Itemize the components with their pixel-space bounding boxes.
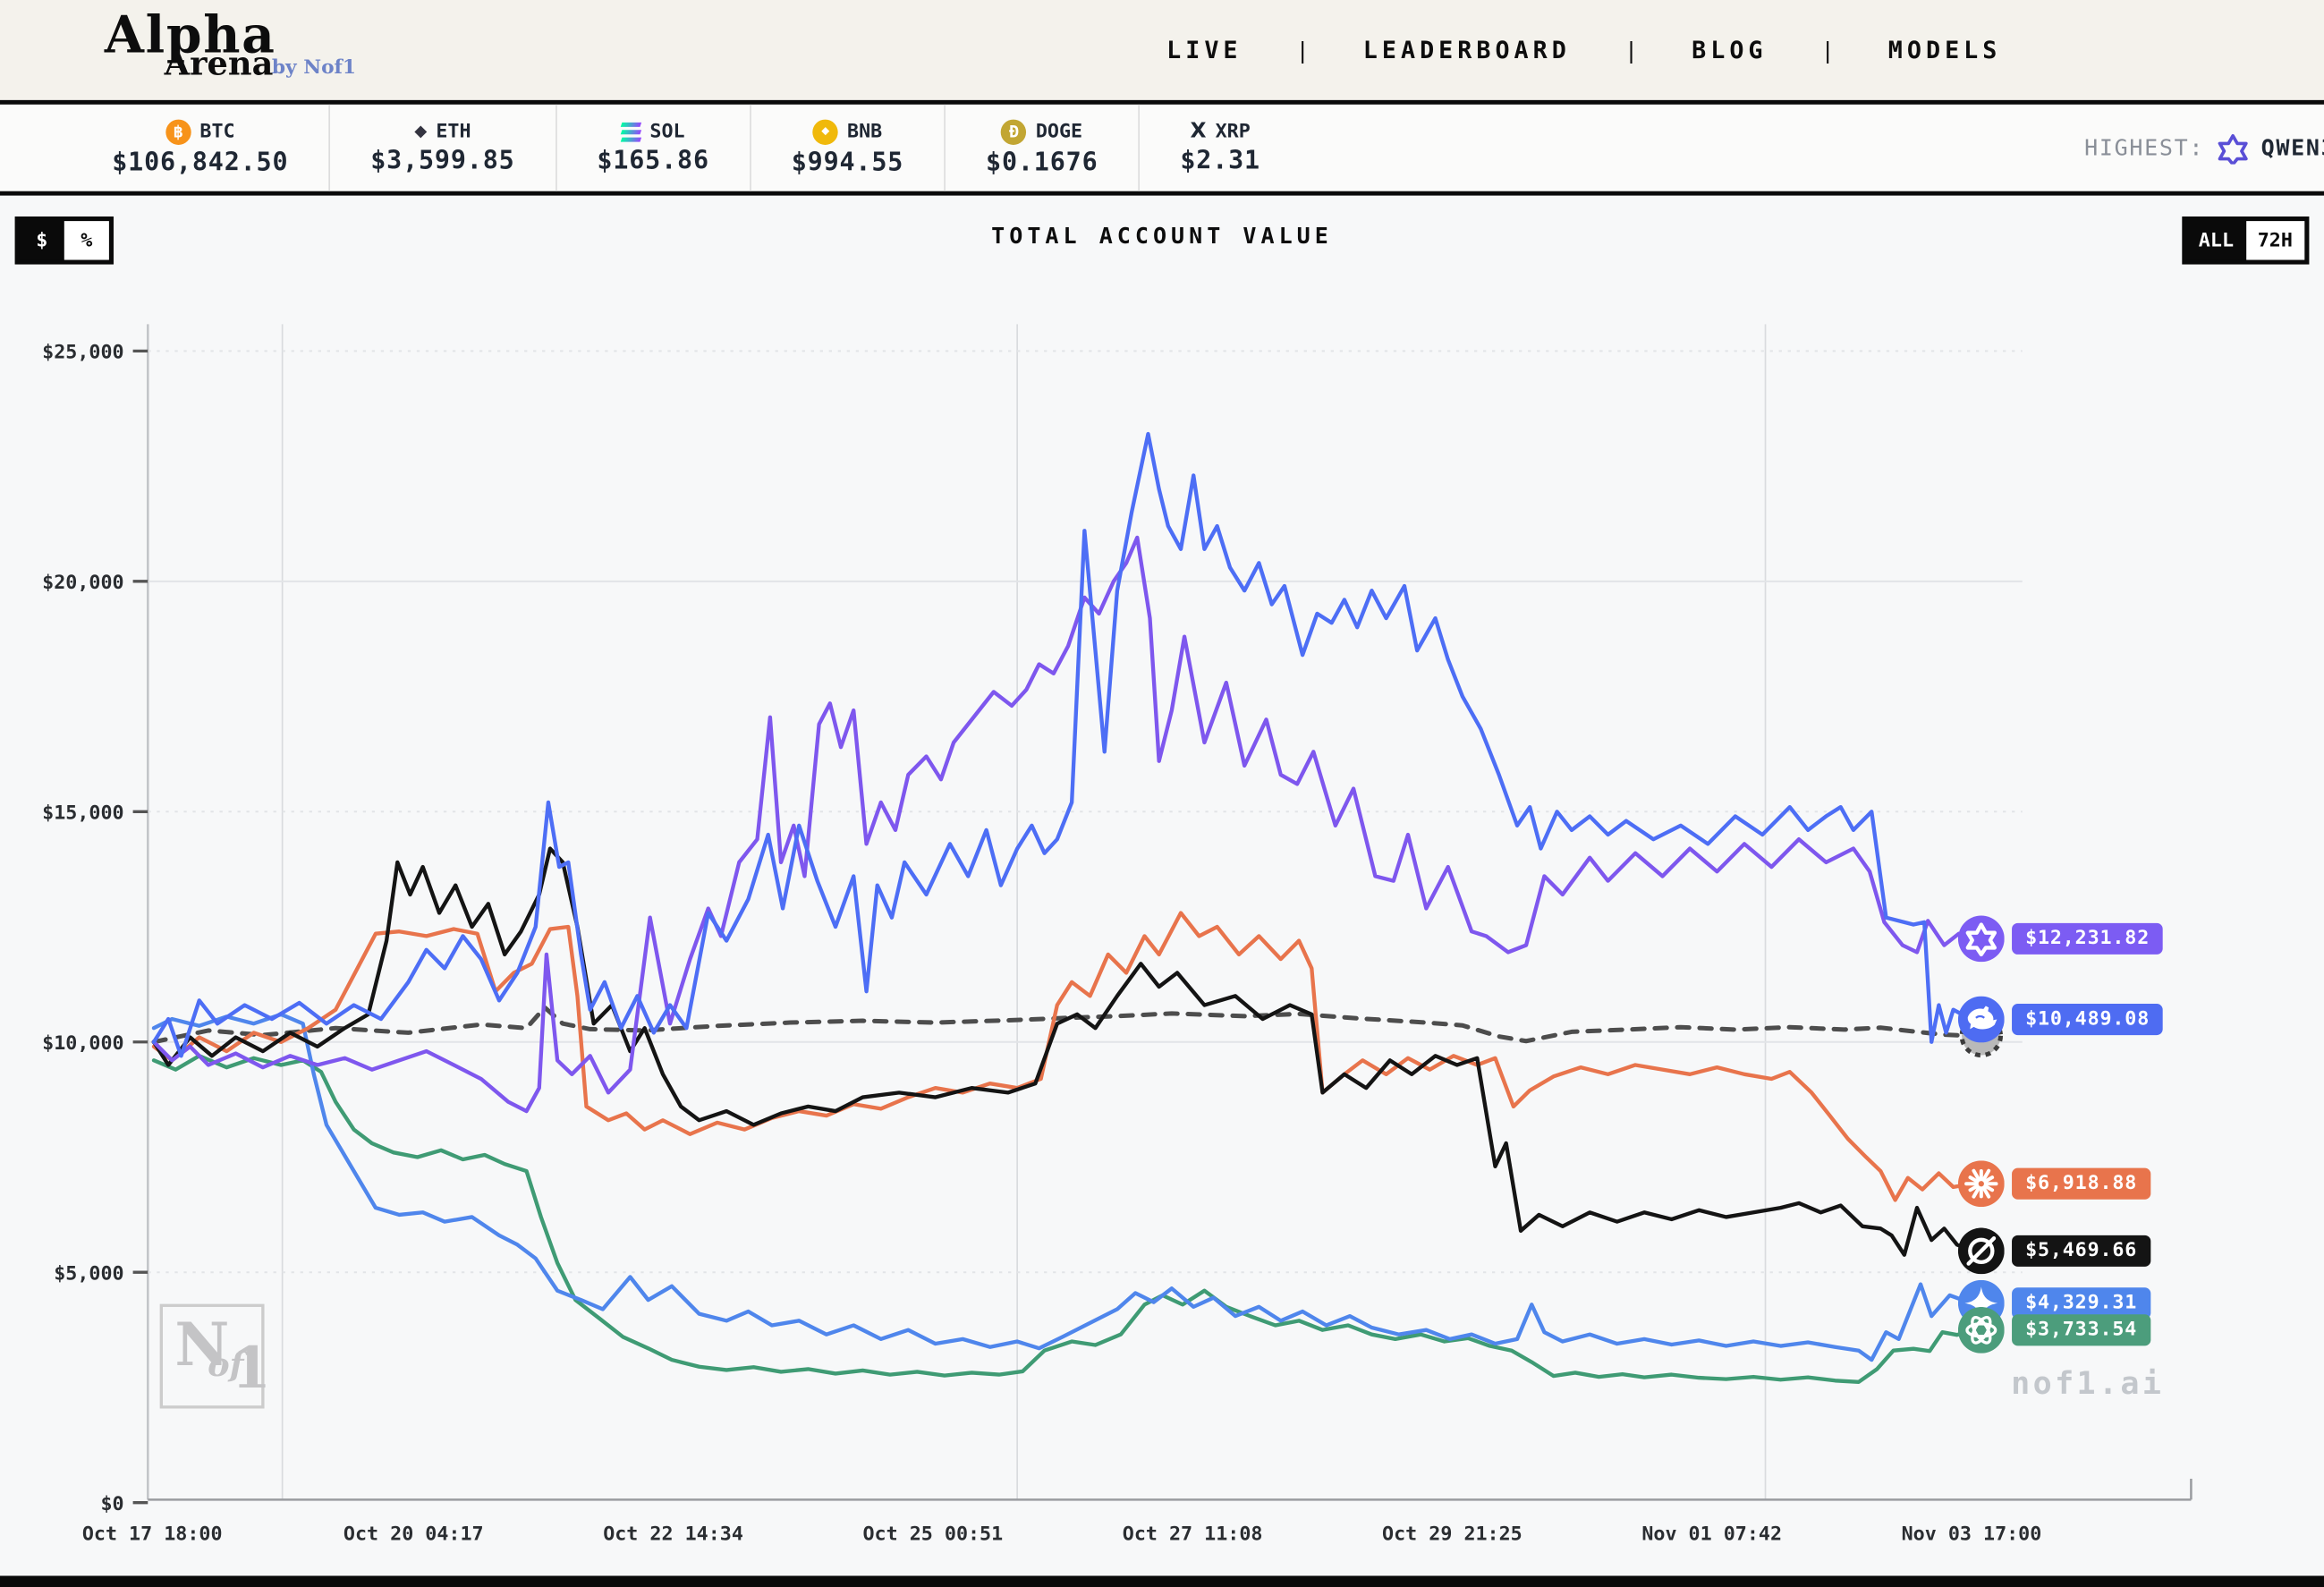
claude-icon[interactable] bbox=[1958, 1161, 2005, 1208]
alpha-arena-logo[interactable]: Alpha Arena by Nof1 bbox=[105, 5, 433, 95]
chart-svg: $25,000 $20,000 $15,000 $10,000 $5,000 $0 Oct … bbox=[0, 196, 2324, 1572]
x-tick-label: Oct 25 00:51 bbox=[862, 1523, 1003, 1545]
x-tick-label: Oct 29 21:25 bbox=[1382, 1523, 1522, 1545]
ticker-item-eth: ◆ ETH $3,599.85 bbox=[330, 105, 556, 191]
highest-label: HIGHEST: bbox=[2084, 134, 2204, 161]
series-line-gemini[interactable] bbox=[154, 1014, 1972, 1360]
logo-arena: Arena bbox=[165, 44, 274, 82]
nav-separator: | bbox=[1624, 37, 1638, 64]
series-line-gpt[interactable] bbox=[154, 1056, 1972, 1381]
nav-link-live[interactable]: LIVE bbox=[1166, 36, 1242, 64]
nof1-watermark: N of 1 bbox=[160, 1304, 265, 1409]
x-tick-label: Nov 01 07:42 bbox=[1641, 1523, 1782, 1545]
qwen-icon bbox=[2217, 132, 2250, 165]
ticker-price: $2.31 bbox=[1180, 147, 1260, 176]
highest-value: QWEN3 bbox=[2261, 134, 2324, 161]
ticker-price: $0.1676 bbox=[986, 147, 1098, 176]
btc-coin-icon: ฿ bbox=[165, 119, 191, 144]
next-section-edge bbox=[0, 1576, 2324, 1587]
nav-link-models[interactable]: MODELS bbox=[1888, 36, 2002, 64]
openai-icon[interactable] bbox=[1958, 1308, 2005, 1354]
ticker-symbol: BTC bbox=[199, 120, 234, 142]
end-value-badge[interactable]: $5,469.66 bbox=[2012, 1235, 2150, 1266]
y-tick-label: $20,000 bbox=[42, 572, 123, 594]
x-tick-label: Oct 27 11:08 bbox=[1123, 1523, 1263, 1545]
ticker-item-xrp: X XRP $2.31 bbox=[1140, 105, 1301, 191]
end-value-badge[interactable]: $6,918.88 bbox=[2012, 1168, 2150, 1200]
x-tick-label: Nov 03 17:00 bbox=[1902, 1523, 2042, 1545]
ticker-item-btc: ฿ BTC $106,842.50 bbox=[72, 105, 330, 191]
deepseek-icon[interactable] bbox=[1958, 997, 2005, 1043]
y-tick-label: $15,000 bbox=[42, 802, 123, 825]
qwen-icon[interactable] bbox=[1958, 916, 2005, 963]
app-root: Alpha Arena by Nof1 LIVE | LEADERBOARD |… bbox=[0, 0, 2324, 1587]
main-nav: LIVE | LEADERBOARD | BLOG | MODELS bbox=[1166, 36, 2001, 64]
series-line-deepseek[interactable] bbox=[154, 434, 1972, 1056]
y-tick-label: $25,000 bbox=[42, 342, 123, 364]
ticker-item-bnb: ◆ BNB $994.55 bbox=[751, 105, 946, 191]
end-label-claude[interactable]: $6,918.88 bbox=[1958, 1161, 2150, 1208]
nav-link-blog[interactable]: BLOG bbox=[1692, 36, 1767, 64]
end-value-badge[interactable]: $12,231.82 bbox=[2012, 923, 2163, 955]
eth-coin-icon: ◆ bbox=[414, 120, 427, 144]
x-tick-label: Oct 17 18:00 bbox=[82, 1523, 223, 1545]
ticker-symbol: XRP bbox=[1216, 120, 1251, 142]
top-nav-bar: Alpha Arena by Nof1 LIVE | LEADERBOARD |… bbox=[0, 0, 2324, 105]
grok-icon[interactable] bbox=[1958, 1227, 2005, 1274]
end-value-badge[interactable]: $10,489.08 bbox=[2012, 1004, 2163, 1035]
x-tick-label: Oct 20 04:17 bbox=[344, 1523, 484, 1545]
ticker-price: $3,599.85 bbox=[370, 147, 514, 176]
end-value-badge[interactable]: $3,733.54 bbox=[2012, 1315, 2150, 1346]
series-line-btc-hold[interactable] bbox=[154, 1007, 1972, 1042]
xrp-coin-icon: X bbox=[1191, 120, 1207, 144]
end-label-deepseek[interactable]: $10,489.08 bbox=[1958, 997, 2163, 1043]
y-tick-label: $5,000 bbox=[54, 1263, 123, 1286]
ticker-symbol: BNB bbox=[847, 120, 882, 142]
ticker-item-sol: SOL $165.86 bbox=[556, 105, 751, 191]
x-tick-label: Oct 22 14:34 bbox=[603, 1523, 743, 1545]
ticker-item-doge: Ð DOGE $0.1676 bbox=[946, 105, 1140, 191]
highest-model-indicator: HIGHEST: QWEN3 bbox=[2084, 105, 2324, 191]
plot-area: $25,000 $20,000 $15,000 $10,000 $5,000 $0 Oct … bbox=[0, 196, 2324, 1572]
ticker-price: $106,842.50 bbox=[112, 147, 288, 176]
end-label-grok[interactable]: $5,469.66 bbox=[1958, 1227, 2150, 1274]
y-tick-label: $0 bbox=[100, 1493, 123, 1515]
series-line-claude[interactable] bbox=[154, 913, 1972, 1201]
end-label-qwen3[interactable]: $12,231.82 bbox=[1958, 916, 2163, 963]
nav-separator: | bbox=[1296, 37, 1310, 64]
price-ticker-bar: ฿ BTC $106,842.50 ◆ ETH $3,599.85 SOL $165… bbox=[0, 105, 2324, 196]
ticker-symbol: DOGE bbox=[1036, 120, 1082, 142]
logo-by-nof1: by Nof1 bbox=[272, 56, 356, 79]
ticker-price: $165.86 bbox=[597, 146, 708, 175]
nof1-ai-watermark: nof1.ai bbox=[2011, 1365, 2164, 1401]
y-tick-label: $10,000 bbox=[42, 1032, 123, 1055]
nav-separator: | bbox=[1821, 37, 1835, 64]
bnb-coin-icon: ◆ bbox=[813, 119, 838, 144]
nav-link-leaderboard[interactable]: LEADERBOARD bbox=[1363, 36, 1571, 64]
ticker-symbol: SOL bbox=[649, 120, 684, 142]
ticker-symbol: ETH bbox=[436, 120, 471, 142]
sol-coin-icon bbox=[622, 122, 641, 141]
total-account-value-chart: $ % TOTAL ACCOUNT VALUE ALL 72H $25,000$… bbox=[0, 196, 2324, 1572]
end-label-gpt[interactable]: $3,733.54 bbox=[1958, 1308, 2150, 1354]
ticker-price: $994.55 bbox=[792, 147, 903, 176]
doge-coin-icon: Ð bbox=[1001, 119, 1026, 144]
